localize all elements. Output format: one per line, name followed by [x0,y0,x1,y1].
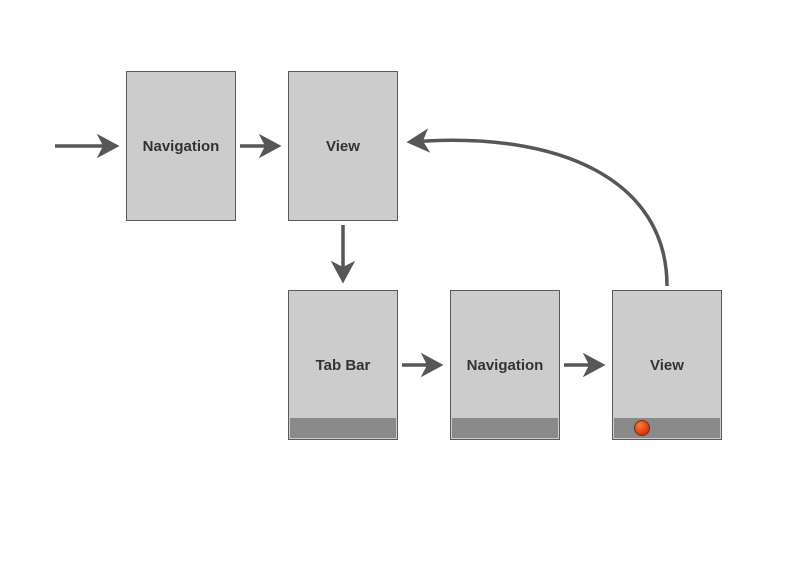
node-label: View [326,138,360,155]
node-view-1: View [288,71,398,221]
node-footer-bar [290,418,396,438]
node-navigation-1: Navigation [126,71,236,221]
active-tab-indicator-icon [634,420,650,436]
arrow-curved-icon [410,140,667,286]
diagram-canvas: Navigation View Tab Bar Navigation View [0,0,800,568]
node-footer-bar [452,418,558,438]
node-view-2: View [612,290,722,440]
node-footer-bar [614,418,720,438]
node-label: Navigation [467,357,544,374]
diagram-arrows [0,0,800,568]
node-label: Navigation [143,138,220,155]
node-label: View [650,357,684,374]
node-navigation-2: Navigation [450,290,560,440]
node-label: Tab Bar [316,357,371,374]
node-tab-bar: Tab Bar [288,290,398,440]
